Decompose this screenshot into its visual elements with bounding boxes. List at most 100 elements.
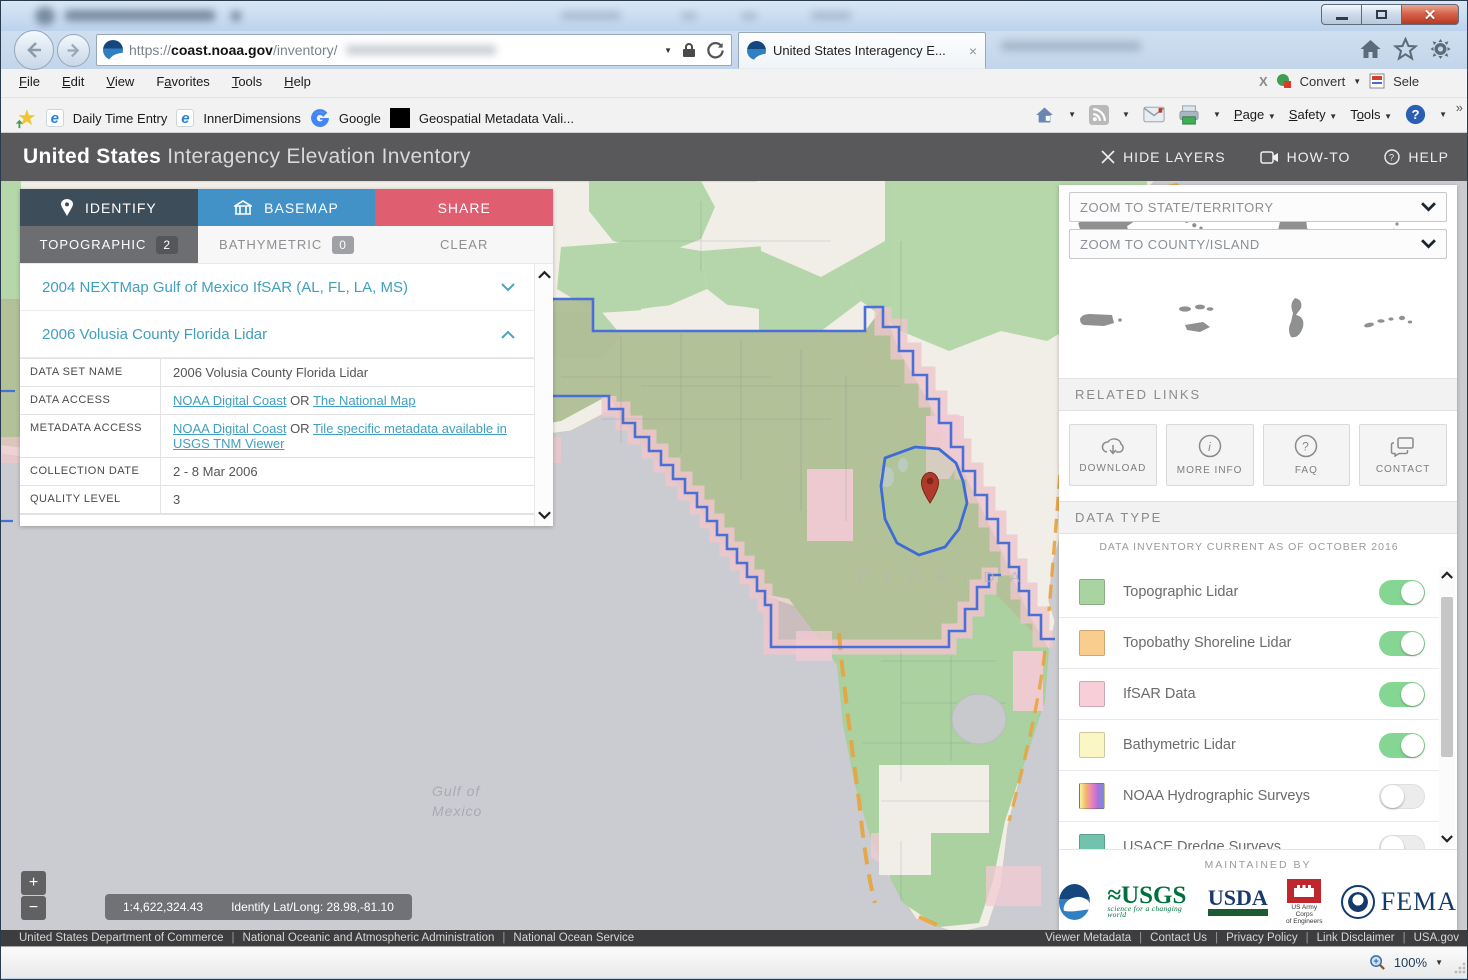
help-icon[interactable]: ?	[1405, 104, 1426, 125]
usda-logo[interactable]: USDA	[1208, 888, 1268, 916]
lock-icon	[682, 42, 696, 58]
scroll-down-icon[interactable]	[1441, 835, 1453, 843]
scroll-up-icon[interactable]	[1441, 571, 1453, 579]
menu-help[interactable]: Help	[284, 74, 311, 89]
home-icon[interactable]	[1358, 37, 1383, 61]
footer-viewer-metadata-link[interactable]: Viewer Metadata	[1045, 932, 1131, 944]
maintained-by-label: MAINTAINED BY	[1059, 859, 1457, 871]
page-menu[interactable]: Page ▼	[1234, 107, 1276, 122]
usgs-logo[interactable]: ≈USGSscience for a changing world	[1107, 886, 1191, 918]
layer-toggle[interactable]	[1379, 631, 1425, 656]
noaa-digital-coast-link[interactable]: NOAA Digital Coast	[173, 421, 286, 436]
zoom-to-county-dropdown[interactable]: ZOOM TO COUNTY/ISLAND	[1069, 229, 1447, 259]
browser-tab[interactable]: United States Interagency E... ×	[738, 32, 986, 69]
close-button[interactable]: ✕	[1401, 4, 1459, 25]
tab-basemap[interactable]: BASEMAP	[198, 189, 376, 226]
back-arrow-icon	[24, 40, 44, 60]
footer-privacy-link[interactable]: Privacy Policy	[1226, 932, 1298, 944]
footer-noaa-link[interactable]: National Oceanic and Atmospheric Adminis…	[243, 932, 495, 944]
menu-tools[interactable]: Tools	[232, 74, 262, 89]
commandbar-close[interactable]: X	[1259, 74, 1268, 89]
url-dropdown-icon[interactable]: ▼	[664, 46, 672, 55]
footer-contact-link[interactable]: Contact Us	[1150, 932, 1207, 944]
menu-favorites[interactable]: Favorites	[156, 74, 209, 89]
maximize-button[interactable]	[1361, 4, 1401, 25]
subtab-clear[interactable]: CLEAR	[375, 226, 553, 263]
redacted-tab-area	[991, 35, 1161, 61]
guam-shape[interactable]	[1261, 294, 1329, 344]
footer-disclaimer-link[interactable]: Link Disclaimer	[1317, 932, 1395, 944]
dataset-item-volusia[interactable]: 2006 Volusia County Florida Lidar	[20, 311, 553, 358]
page-zoom-level[interactable]: 100%	[1394, 955, 1427, 970]
help-button[interactable]: ? HELP	[1384, 149, 1449, 165]
usace-logo[interactable]: US Army Corpsof Engineers	[1285, 879, 1324, 925]
back-button[interactable]	[14, 30, 54, 70]
layer-list-scrollbar[interactable]	[1439, 567, 1455, 847]
scroll-down-icon[interactable]	[538, 511, 551, 520]
left-panel-scrollbar[interactable]	[534, 264, 553, 526]
ie-favicon: e	[176, 109, 194, 127]
noaa-logo[interactable]	[1059, 884, 1090, 920]
dataset-item-nextmap[interactable]: 2004 NEXTMap Gulf of Mexico IfSAR (AL, F…	[20, 264, 553, 311]
scroll-up-icon[interactable]	[538, 270, 551, 279]
menu-file[interactable]: File	[19, 74, 40, 89]
how-to-button[interactable]: HOW-TO	[1260, 149, 1351, 165]
close-x-icon	[1101, 150, 1115, 164]
puerto-rico-shape[interactable]	[1072, 299, 1140, 339]
home-toolbar-icon[interactable]	[1034, 105, 1055, 125]
select-button[interactable]: Sele	[1393, 74, 1419, 89]
table-row: COLLECTION DATE 2 - 8 Mar 2006	[20, 458, 553, 486]
refresh-icon[interactable]	[706, 41, 725, 60]
settings-gear-icon[interactable]	[1428, 37, 1453, 61]
faq-button[interactable]: ? FAQ	[1263, 424, 1351, 486]
contact-button[interactable]: CONTACT	[1359, 424, 1447, 486]
tab-close-icon[interactable]: ×	[969, 43, 977, 59]
map-zoom-out-button[interactable]: −	[21, 896, 46, 920]
favorite-google[interactable]: Google	[339, 111, 381, 126]
favorites-star-icon[interactable]	[1393, 37, 1418, 61]
virgin-islands-shape[interactable]	[1167, 297, 1235, 341]
layer-toggle[interactable]	[1379, 733, 1425, 758]
add-favorite-icon[interactable]: ★	[17, 105, 37, 131]
resize-grip[interactable]	[1454, 962, 1466, 974]
address-bar[interactable]: https://coast.noaa.gov/inventory/ ▼	[96, 34, 732, 66]
scrollbar-thumb[interactable]	[1441, 597, 1453, 757]
layer-toggle[interactable]	[1379, 784, 1425, 809]
footer-usagov-link[interactable]: USA.gov	[1414, 932, 1459, 944]
favorite-geospatial-metadata[interactable]: Geospatial Metadata Vali...	[419, 111, 574, 126]
subtab-topographic[interactable]: TOPOGRAPHIC 2	[20, 226, 198, 263]
table-row: DATA ACCESS NOAA Digital Coast OR The Na…	[20, 387, 553, 415]
menu-edit[interactable]: Edit	[62, 74, 84, 89]
rss-icon[interactable]	[1089, 105, 1109, 125]
minimize-button[interactable]	[1321, 4, 1361, 25]
tab-identify[interactable]: IDENTIFY	[20, 189, 198, 226]
download-button[interactable]: DOWNLOAD	[1069, 424, 1157, 486]
layer-list: Topographic Lidar Topobathy Shoreline Li…	[1059, 567, 1439, 873]
print-icon[interactable]	[1178, 105, 1200, 125]
map-zoom-in-button[interactable]: +	[21, 871, 46, 895]
hide-layers-button[interactable]: HIDE LAYERS	[1101, 149, 1226, 165]
menu-view[interactable]: View	[106, 74, 134, 89]
convert-button[interactable]: Convert	[1300, 74, 1346, 89]
mail-icon[interactable]	[1143, 106, 1165, 123]
tools-menu[interactable]: Tools ▼	[1350, 107, 1392, 122]
layer-toggle[interactable]	[1379, 682, 1425, 707]
forward-button[interactable]	[57, 34, 90, 67]
layer-toggle[interactable]	[1379, 580, 1425, 605]
favorite-innerdimensions[interactable]: InnerDimensions	[203, 111, 301, 126]
footer-nos-link[interactable]: National Ocean Service	[513, 932, 634, 944]
more-info-button[interactable]: i MORE INFO	[1166, 424, 1254, 486]
subtab-bathymetric[interactable]: BATHYMETRIC 0	[198, 226, 376, 263]
footer-doc-link[interactable]: United States Department of Commerce	[19, 932, 224, 944]
zoom-to-state-dropdown[interactable]: ZOOM TO STATE/TERRITORY	[1069, 192, 1447, 222]
toolbar-overflow-chevron[interactable]: »	[1456, 100, 1463, 115]
safety-menu[interactable]: Safety ▼	[1289, 107, 1337, 122]
favorite-daily-time-entry[interactable]: Daily Time Entry	[73, 111, 168, 126]
national-map-link[interactable]: The National Map	[313, 393, 416, 408]
fema-logo[interactable]: FEMA	[1341, 885, 1457, 919]
tab-favicon	[747, 41, 766, 60]
noaa-digital-coast-link[interactable]: NOAA Digital Coast	[173, 393, 286, 408]
tab-share[interactable]: SHARE	[375, 189, 553, 226]
american-samoa-shape[interactable]	[1356, 299, 1424, 339]
zoom-dropdown-icon[interactable]: ▼	[1435, 958, 1443, 967]
